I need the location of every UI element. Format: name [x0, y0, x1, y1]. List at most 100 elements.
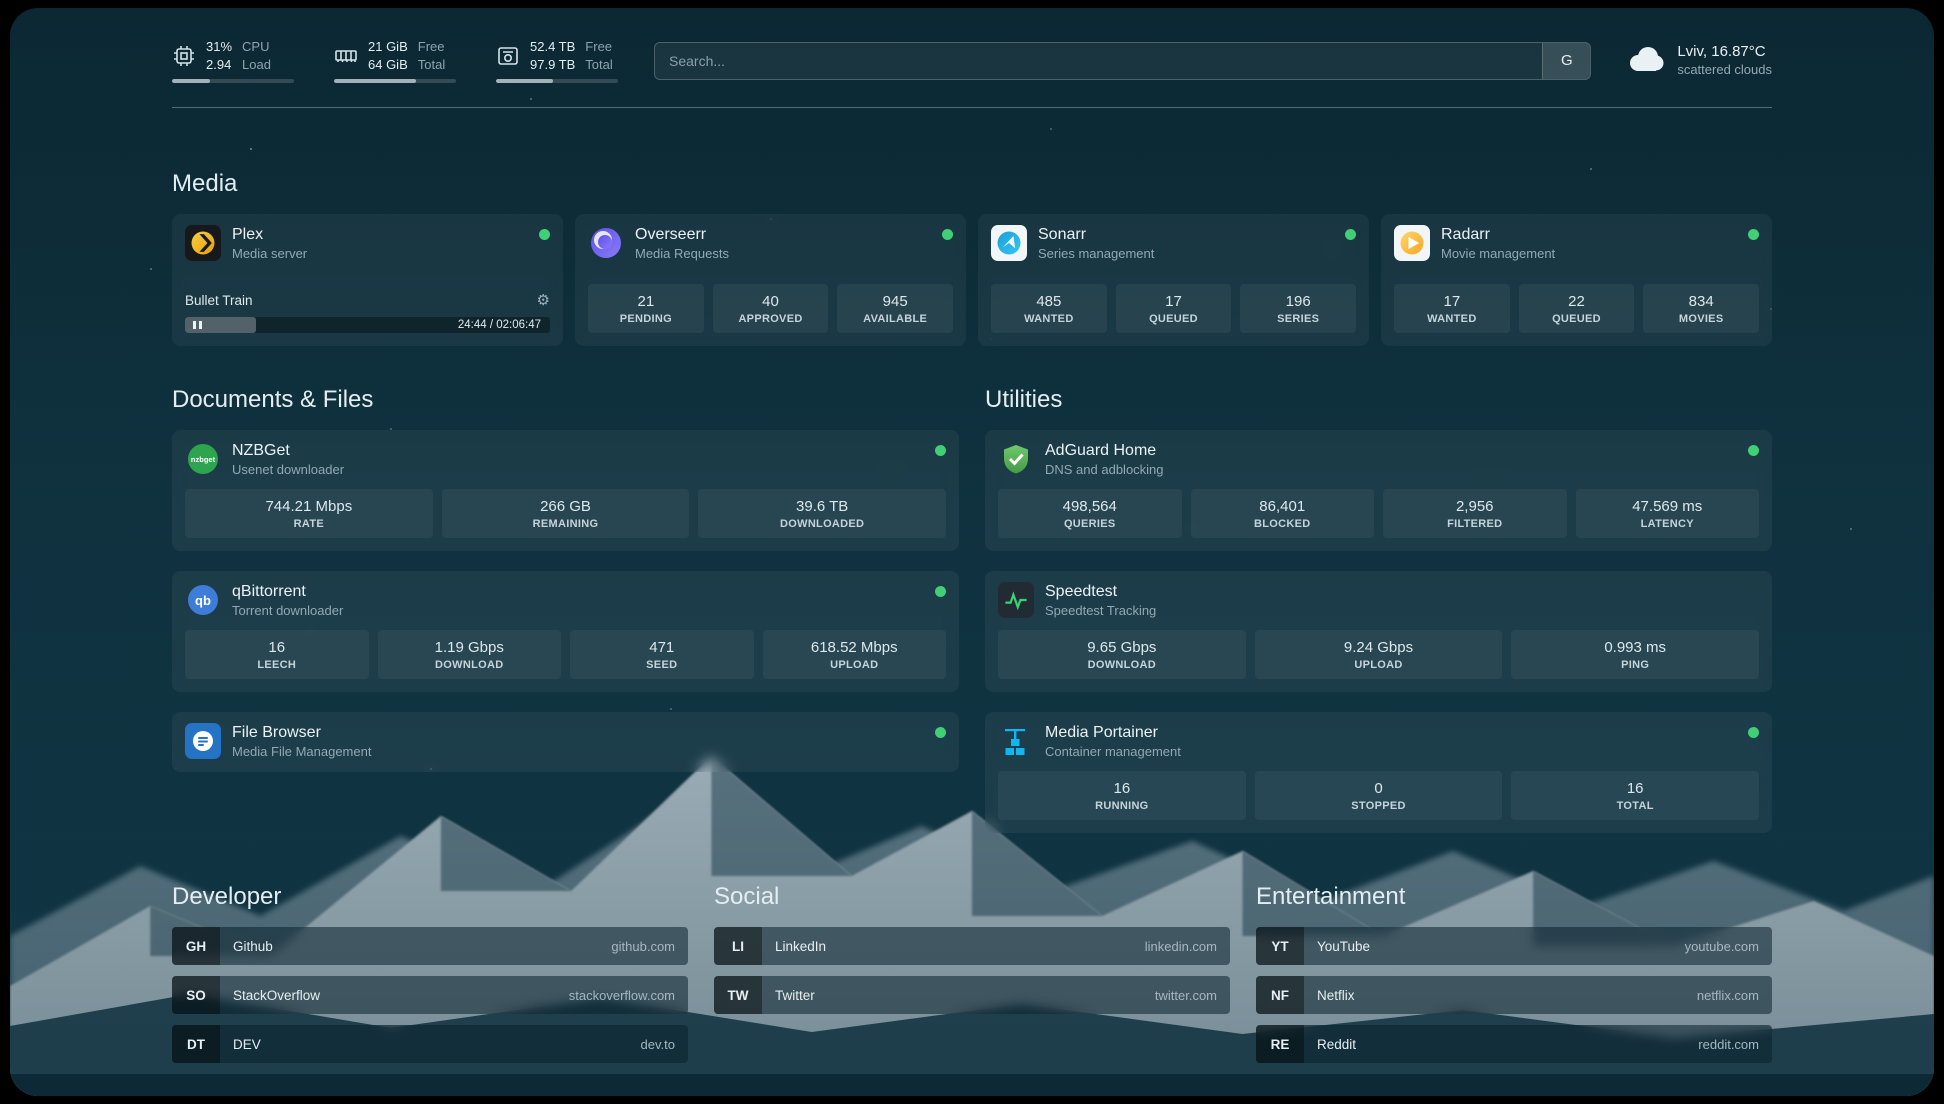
bookmark-abbr: NF — [1256, 976, 1304, 1014]
stat-leech: 16 LEECH — [185, 630, 369, 679]
section-title-documents: Documents & Files — [172, 386, 959, 414]
service-name: Plex — [232, 226, 307, 244]
stat-stopped: 0 STOPPED — [1255, 771, 1503, 820]
stat-available: 945 AVAILABLE — [837, 284, 953, 333]
section-entertainment: Entertainment YT YouTube youtube.com NF … — [1256, 883, 1772, 1074]
disk-widget: 52.4 TB 97.9 TB Free Total — [496, 38, 618, 83]
service-card-sonarr[interactable]: Sonarr Series management 485 WANTED 17 Q… — [978, 214, 1369, 346]
disk-free-value: 52.4 TB — [530, 38, 575, 56]
stat-blocked: 86,401 BLOCKED — [1191, 489, 1375, 538]
weather-condition: scattered clouds — [1677, 62, 1772, 79]
search-input[interactable] — [655, 43, 1542, 79]
section-title-media: Media — [172, 170, 1772, 198]
section-developer: Developer GH Github github.com SO StackO… — [172, 883, 688, 1074]
status-online-dot — [1748, 229, 1759, 240]
search-provider-button[interactable]: G — [1542, 43, 1590, 79]
bookmark-name: Reddit — [1304, 1037, 1356, 1052]
section-media: Media — [172, 170, 1772, 346]
playback-progress-bar[interactable]: 24:44 / 02:06:47 — [185, 317, 550, 333]
cpu-icon — [172, 44, 196, 68]
gear-icon[interactable]: ⚙ — [537, 291, 550, 309]
stat-series: 196 SERIES — [1240, 284, 1356, 333]
bookmark-abbr: RE — [1256, 1025, 1304, 1063]
stat-queued: 22 QUEUED — [1519, 284, 1635, 333]
stat-running: 16 RUNNING — [998, 771, 1246, 820]
sonarr-icon — [991, 225, 1027, 261]
bookmark-name: DEV — [220, 1037, 261, 1052]
service-subtitle: Media File Management — [232, 744, 371, 759]
overseerr-icon — [588, 225, 624, 261]
status-online-dot — [1345, 229, 1356, 240]
stat-rate: 744.21 Mbps RATE — [185, 489, 433, 538]
stat-latency: 47.569 ms LATENCY — [1576, 489, 1760, 538]
stat-wanted: 485 WANTED — [991, 284, 1107, 333]
radarr-icon — [1394, 225, 1430, 261]
pause-icon[interactable] — [193, 317, 202, 333]
bookmark-abbr: SO — [172, 976, 220, 1014]
bookmark-reddit[interactable]: RE Reddit reddit.com — [1256, 1025, 1772, 1063]
service-subtitle: Media Requests — [635, 246, 729, 261]
now-playing-title: Bullet Train — [185, 293, 253, 308]
bookmark-name: Netflix — [1304, 988, 1355, 1003]
plex-icon — [185, 225, 221, 261]
service-subtitle: Usenet downloader — [232, 462, 344, 477]
service-name: Media Portainer — [1045, 724, 1181, 742]
bookmark-github[interactable]: GH Github github.com — [172, 927, 688, 965]
filebrowser-icon — [185, 723, 221, 759]
stat-remaining: 266 GB REMAINING — [442, 489, 690, 538]
status-online-dot — [1748, 727, 1759, 738]
adguard-shield-icon — [998, 441, 1034, 477]
bookmark-dev[interactable]: DT DEV dev.to — [172, 1025, 688, 1063]
service-card-nzbget[interactable]: nzbget NZBGet Usenet downloader 74 — [172, 430, 959, 551]
bookmark-url: github.com — [611, 939, 688, 954]
service-name: Overseerr — [635, 226, 729, 244]
service-card-adguard[interactable]: AdGuard Home DNS and adblocking 498,564 … — [985, 430, 1772, 551]
disk-icon — [496, 44, 520, 68]
bookmark-netflix[interactable]: NF Netflix netflix.com — [1256, 976, 1772, 1014]
memory-total-value: 64 GiB — [368, 56, 408, 74]
service-card-plex[interactable]: Plex Media server Bullet Train ⚙ — [172, 214, 563, 346]
stat-seed: 471 SEED — [570, 630, 754, 679]
memory-free-label: Free — [418, 38, 445, 56]
weather-location: Lviv, 16.87°C — [1677, 42, 1772, 62]
section-title-developer: Developer — [172, 883, 688, 911]
service-subtitle: Media server — [232, 246, 307, 261]
bookmark-url: stackoverflow.com — [569, 988, 688, 1003]
svg-text:nzbget: nzbget — [191, 455, 216, 464]
memory-total-label: Total — [418, 56, 445, 74]
bookmark-name: YouTube — [1304, 939, 1370, 954]
service-card-overseerr[interactable]: Overseerr Media Requests 21 PENDING 40 A… — [575, 214, 966, 346]
bookmark-twitter[interactable]: TW Twitter twitter.com — [714, 976, 1230, 1014]
bookmark-youtube[interactable]: YT YouTube youtube.com — [1256, 927, 1772, 965]
service-name: Speedtest — [1045, 583, 1156, 601]
service-subtitle: Torrent downloader — [232, 603, 343, 618]
qbittorrent-icon: qb — [185, 582, 221, 618]
service-card-radarr[interactable]: Radarr Movie management 17 WANTED 22 QUE… — [1381, 214, 1772, 346]
memory-progress-bar — [334, 79, 456, 83]
stat-approved: 40 APPROVED — [713, 284, 829, 333]
memory-widget: 21 GiB 64 GiB Free Total — [334, 38, 456, 83]
stat-queued: 17 QUEUED — [1116, 284, 1232, 333]
service-name: Radarr — [1441, 226, 1555, 244]
bookmark-url: reddit.com — [1698, 1037, 1772, 1052]
bookmark-url: linkedin.com — [1145, 939, 1230, 954]
service-card-portainer[interactable]: Media Portainer Container management 16 … — [985, 712, 1772, 833]
section-social: Social LI LinkedIn linkedin.com TW Twitt… — [714, 883, 1230, 1074]
bookmark-stackoverflow[interactable]: SO StackOverflow stackoverflow.com — [172, 976, 688, 1014]
stat-ping: 0.993 ms PING — [1511, 630, 1759, 679]
service-name: qBittorrent — [232, 583, 343, 601]
bookmark-url: dev.to — [641, 1037, 688, 1052]
bookmark-linkedin[interactable]: LI LinkedIn linkedin.com — [714, 927, 1230, 965]
service-card-filebrowser[interactable]: File Browser Media File Management — [172, 712, 959, 772]
service-card-speedtest[interactable]: Speedtest Speedtest Tracking 9.65 Gbps D… — [985, 571, 1772, 692]
section-title-entertainment: Entertainment — [1256, 883, 1772, 911]
section-title-social: Social — [714, 883, 1230, 911]
bookmark-abbr: DT — [172, 1025, 220, 1063]
service-card-qbittorrent[interactable]: qb qBittorrent Torrent downloader — [172, 571, 959, 692]
service-subtitle: Movie management — [1441, 246, 1555, 261]
weather-widget[interactable]: Lviv, 16.87°C scattered clouds — [1627, 42, 1772, 78]
status-online-dot — [935, 727, 946, 738]
section-title-utilities: Utilities — [985, 386, 1772, 414]
top-bar: 31% 2.94 CPU Load — [172, 8, 1772, 83]
bookmark-url: twitter.com — [1155, 988, 1230, 1003]
